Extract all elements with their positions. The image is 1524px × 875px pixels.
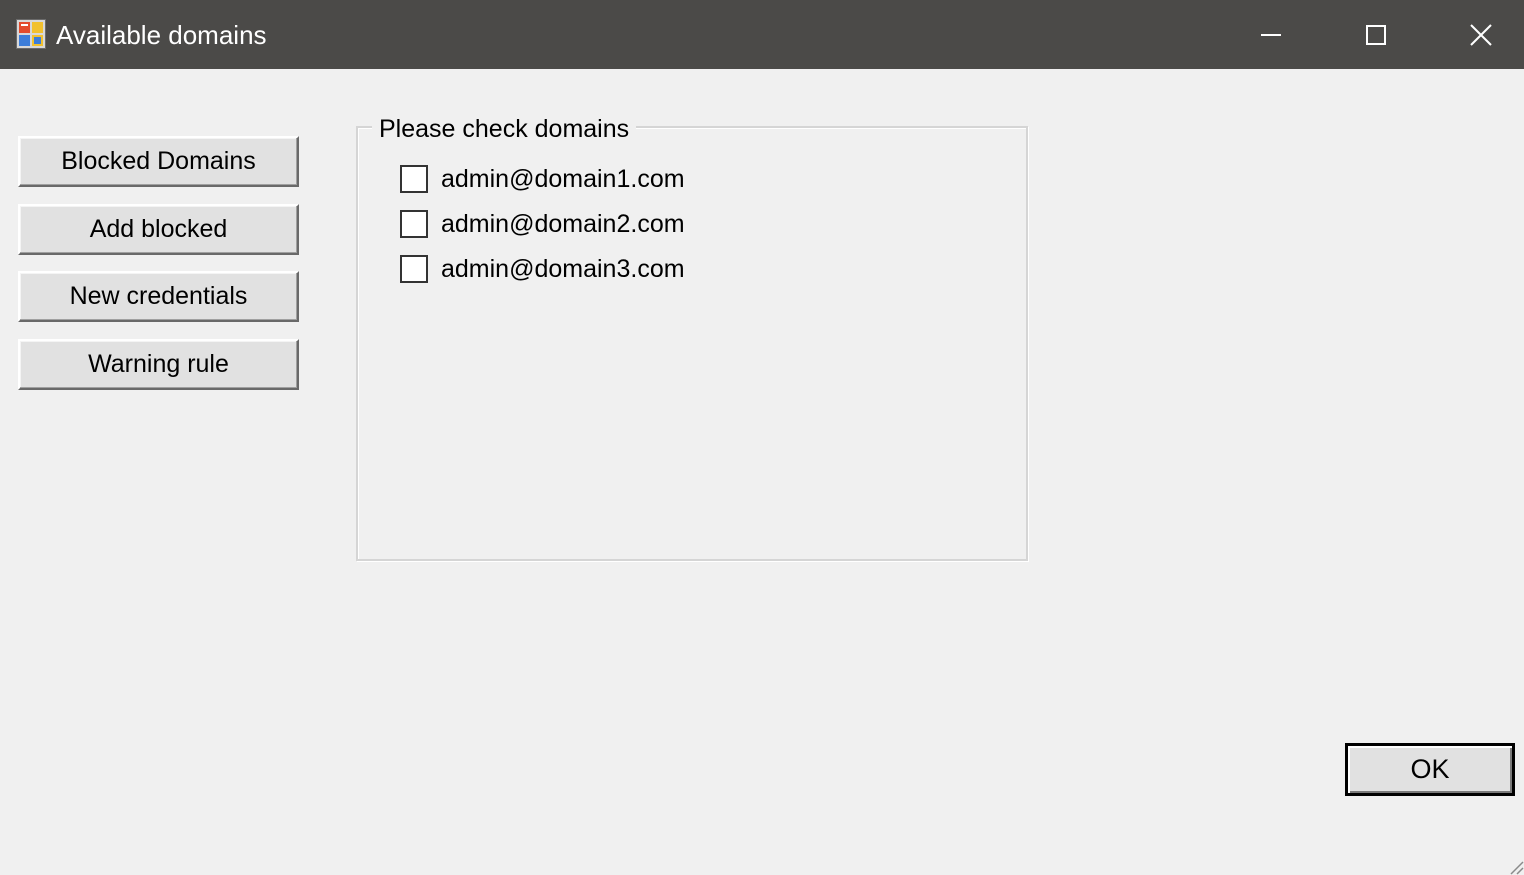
minimize-icon	[1261, 33, 1281, 36]
add-blocked-button[interactable]: Add blocked	[18, 204, 299, 255]
available-domains-window: Available domains Blocked Domains Add bl…	[0, 0, 1524, 875]
window-title: Available domains	[56, 20, 267, 50]
domain-checkbox-label[interactable]: admin@domain3.com	[441, 255, 685, 284]
close-icon	[1470, 23, 1492, 46]
domain-checkbox-item[interactable]: admin@domain2.com	[400, 208, 685, 240]
domain-checkbox-label[interactable]: admin@domain2.com	[441, 210, 685, 239]
resize-grip-icon[interactable]	[1506, 857, 1524, 875]
app-form-icon	[16, 19, 46, 49]
new-credentials-button[interactable]: New credentials	[18, 271, 299, 322]
domain-checkbox[interactable]	[400, 165, 428, 193]
domain-checkbox-item[interactable]: admin@domain3.com	[400, 253, 685, 285]
warning-rule-button[interactable]: Warning rule	[18, 339, 299, 390]
title-bar[interactable]: Available domains	[0, 0, 1524, 69]
ok-button[interactable]: OK	[1345, 743, 1515, 796]
maximize-icon	[1366, 24, 1386, 45]
domain-checkbox[interactable]	[400, 210, 428, 238]
close-button[interactable]	[1429, 0, 1524, 69]
blocked-domains-button[interactable]: Blocked Domains	[18, 136, 299, 187]
maximize-button[interactable]	[1324, 0, 1428, 69]
minimize-button[interactable]	[1219, 0, 1323, 69]
domain-checkbox[interactable]	[400, 255, 428, 283]
domain-checkbox-label[interactable]: admin@domain1.com	[441, 165, 685, 194]
domain-checkbox-item[interactable]: admin@domain1.com	[400, 163, 685, 195]
domains-group-title: Please check domains	[372, 112, 637, 146]
